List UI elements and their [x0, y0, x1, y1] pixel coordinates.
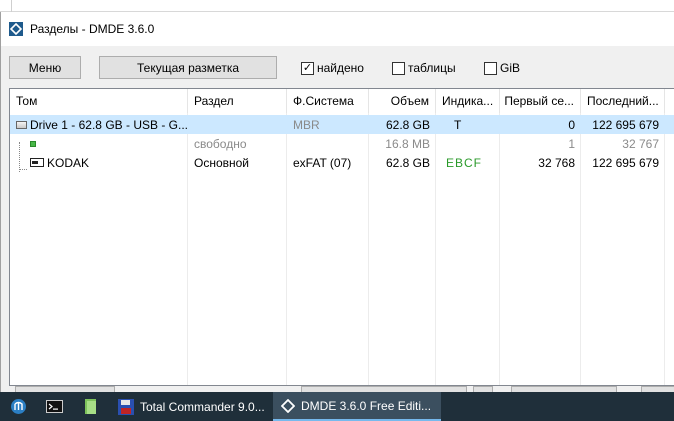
filesystem-cell [287, 134, 369, 153]
indicators-cell: EBCF [446, 155, 483, 170]
filesystem-cell: exFAT (07) [293, 155, 352, 170]
first-sector-cell: 32 768 [538, 155, 575, 170]
column-header-filesystem[interactable]: Ф.Система [287, 89, 369, 113]
tables-checkbox[interactable]: таблицы [392, 61, 456, 75]
taskbar-item-label: Total Commander 9.0... [140, 399, 265, 414]
title-bar[interactable]: Разделы - DMDE 3.6.0 [1, 12, 674, 46]
size-cell: 16.8 MB [385, 136, 430, 151]
volume-name: KODAK [47, 155, 90, 170]
filesystem-cell: MBR [293, 117, 320, 132]
size-cell: 62.8 GB [385, 155, 430, 170]
taskbar-item-dmde[interactable]: DMDE 3.6.0 Free Editi... [273, 392, 441, 421]
console-icon[interactable] [46, 398, 63, 415]
partition-cell [188, 115, 287, 134]
found-checkbox-label: найдено [317, 61, 364, 75]
dmde-app-icon [281, 398, 295, 413]
column-header-last-sector[interactable]: Последний... [581, 89, 665, 113]
drive-icon [16, 120, 27, 129]
floppy-icon [118, 398, 134, 415]
volume-cell: KODAK [10, 153, 188, 172]
size-cell: 62.8 GB [385, 117, 430, 132]
first-sector-cell: 1 [568, 136, 575, 151]
app-launcher-icon[interactable] [10, 398, 27, 415]
taskbar-item-label: DMDE 3.6.0 Free Editi... [301, 398, 432, 413]
column-header-partition[interactable]: Раздел [188, 89, 287, 113]
taskbar: Total Commander 9.0... DMDE 3.6.0 Free E… [0, 392, 674, 421]
column-header-volume[interactable]: Том [10, 89, 188, 113]
indicators-cell [436, 134, 500, 153]
table-row[interactable]: Drive 1 - 62.8 GB - USB - G... MBR 62.8 … [10, 115, 674, 134]
list-header: Том Раздел Ф.Система Объем Индика... Пер… [10, 89, 674, 113]
partitions-list[interactable]: Том Раздел Ф.Система Объем Индика... Пер… [9, 88, 674, 386]
column-header-first-sector[interactable]: Первый се... [500, 89, 581, 113]
last-sector-cell: 32 767 [622, 136, 659, 151]
gib-checkbox[interactable]: GiB [484, 61, 520, 75]
last-sector-cell: 122 695 679 [592, 155, 659, 170]
found-checkbox[interactable]: ✓ найдено [301, 61, 364, 75]
taskbar-item-total-commander[interactable]: Total Commander 9.0... [110, 392, 270, 421]
indicators-cell: T [454, 117, 462, 132]
checkbox-unchecked-icon [392, 61, 405, 75]
menu-button[interactable]: Меню [9, 56, 81, 79]
gib-checkbox-label: GiB [500, 61, 521, 75]
notes-icon[interactable] [82, 398, 99, 415]
volume-cell: Drive 1 - 62.8 GB - USB - G... [10, 115, 188, 134]
checkbox-unchecked-icon [484, 61, 497, 75]
dmde-app-icon [9, 22, 23, 36]
background-window-edge [0, 0, 674, 12]
column-header-indicators[interactable]: Индика... [436, 89, 500, 113]
volume-cell [10, 134, 188, 153]
current-layout-button[interactable]: Текущая разметка [99, 56, 277, 79]
table-row[interactable]: KODAK Основной exFAT (07) 62.8 GB EBCF 3… [10, 153, 674, 172]
toolbar: Меню Текущая разметка ✓ найдено таблицы … [1, 46, 674, 86]
tables-checkbox-label: таблицы [408, 61, 456, 75]
checkbox-checked-icon: ✓ [301, 61, 314, 75]
volume-icon [30, 158, 44, 167]
dmde-partitions-window: Разделы - DMDE 3.6.0 Меню Текущая размет… [0, 12, 674, 392]
last-sector-cell: 122 695 679 [592, 117, 659, 132]
column-header-size[interactable]: Объем [369, 89, 436, 113]
window-title: Разделы - DMDE 3.6.0 [30, 22, 155, 36]
table-row[interactable]: свободно 16.8 MB 1 32 767 [10, 134, 674, 153]
background-window-corner [0, 0, 12, 12]
partition-cell: Основной [194, 155, 250, 170]
first-sector-cell: 0 [568, 117, 575, 132]
free-space-icon [30, 140, 36, 147]
partition-cell: свободно [194, 136, 247, 151]
volume-name: Drive 1 - 62.8 GB - USB - G... [29, 117, 188, 132]
